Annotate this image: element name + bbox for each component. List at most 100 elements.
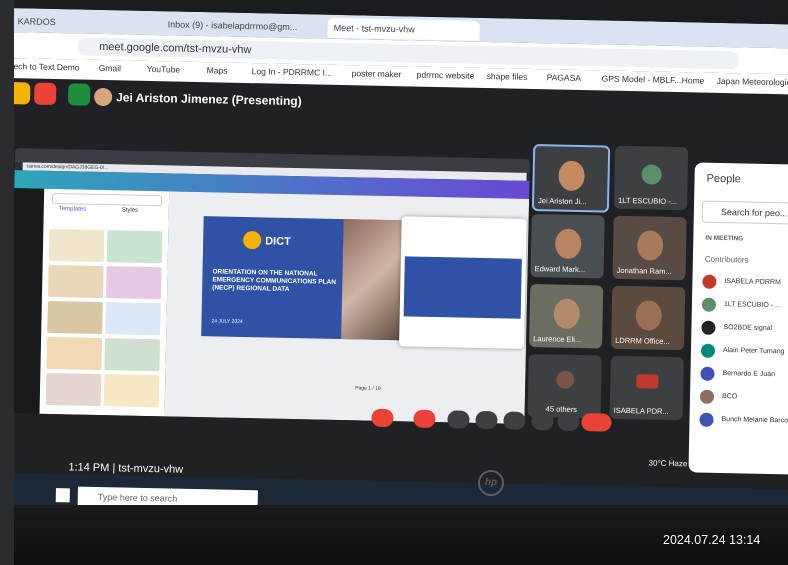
participant-row[interactable]: Alain Peter Tumang: [700, 343, 788, 366]
presenter-label: Jei Ariston Jimenez (Presenting): [116, 90, 302, 109]
hp-logo: hp: [478, 470, 504, 496]
meeting-time-code: 1:14 PM | tst-mvzu-vhw: [68, 461, 184, 476]
template-thumb[interactable]: [104, 338, 161, 372]
bookmark[interactable]: poster maker: [352, 68, 402, 79]
avatar: [700, 366, 715, 381]
photo: KARDOS Inbox (9) - isabelapdrrmo@gm... M…: [0, 0, 788, 565]
participant-name: Jei Ariston Ji...: [537, 196, 587, 207]
templates-tab[interactable]: Templates: [59, 206, 86, 213]
canva-templates-panel: Templates Styles: [39, 188, 170, 417]
styles-tab[interactable]: Styles: [122, 207, 138, 213]
people-panel: People Search for peo... IN MEETING Cont…: [688, 162, 788, 475]
participant-name: LDRRM Office...: [615, 335, 670, 346]
more-options-icon[interactable]: [557, 412, 580, 432]
bookmark[interactable]: PAGASA: [547, 72, 582, 83]
layout-icon[interactable]: [67, 83, 91, 106]
record-icon[interactable]: [33, 82, 57, 106]
canva-sidebar: [9, 188, 45, 414]
bookmark[interactable]: eech to Text Demo: [9, 61, 80, 72]
people-panel-title: People: [706, 172, 741, 186]
browser-tab[interactable]: Inbox (9) - isabelapdrrmo@gm...: [167, 14, 317, 37]
meet-area: Jei Ariston Jimenez (Presenting) canva.c…: [0, 77, 788, 525]
bookmark[interactable]: Log In - PDRRMC I...: [252, 66, 333, 78]
bookmark[interactable]: pdrrmc website: [417, 70, 475, 81]
participant-avatar: [555, 370, 575, 389]
bookmark[interactable]: Japan Meteorologic...: [717, 76, 788, 88]
shared-screen: canva.com/design/DAGJ38GEG-0/... Templat…: [9, 148, 530, 424]
template-thumb[interactable]: [105, 266, 162, 300]
slide-date: 24 JULY 2024: [211, 318, 243, 325]
slide-photo: [341, 219, 404, 341]
participant-tile[interactable]: Jonathan Ram...: [612, 215, 687, 281]
template-thumb[interactable]: [103, 374, 160, 408]
template-thumb[interactable]: [105, 302, 161, 336]
weather-widget[interactable]: 30°C Haze: [649, 459, 688, 469]
browser-tab[interactable]: KARDOS: [18, 11, 88, 32]
participant-video: [557, 160, 585, 192]
slide-brand: DICT: [265, 235, 291, 248]
participant-name: Laurence Eli...: [533, 334, 582, 345]
raise-hand-icon[interactable]: [531, 412, 554, 431]
mic-off-icon[interactable]: [371, 408, 394, 428]
present-popup[interactable]: [399, 216, 527, 349]
dict-logo-icon: [243, 230, 262, 250]
canva-search[interactable]: [51, 192, 163, 207]
participant-tile[interactable]: ISABELA PDR...: [609, 355, 684, 421]
participant-tile[interactable]: LDRRM Office...: [610, 285, 686, 351]
avatar: [93, 87, 113, 107]
participant-row[interactable]: Bunch Melanie Barco: [699, 412, 788, 435]
template-thumb[interactable]: [48, 228, 105, 263]
template-thumb[interactable]: [45, 372, 102, 407]
participant-row[interactable]: ISABELA PDRRM: [702, 274, 788, 297]
end-call-button[interactable]: [581, 413, 612, 432]
emoji-icon[interactable]: [475, 410, 498, 430]
captions-icon[interactable]: [447, 410, 470, 429]
template-thumb[interactable]: [46, 336, 103, 371]
participant-tile[interactable]: 45 others: [527, 353, 602, 419]
participant-row[interactable]: Bernardo E Juan: [700, 366, 788, 389]
participant-video: [552, 298, 580, 330]
participant-name: Edward Mark...: [534, 264, 586, 275]
participant-name: Jonathan Ram...: [616, 265, 672, 276]
canva-editor: DICT ORIENTATION ON THE NATIONAL EMERGEN…: [164, 191, 530, 424]
windows-start-icon[interactable]: [55, 488, 70, 503]
slide-title: ORIENTATION ON THE NATIONAL EMERGENCY CO…: [212, 268, 337, 293]
people-search-input[interactable]: Search for peo...: [701, 200, 788, 226]
avatar: [701, 320, 716, 335]
camera-off-icon[interactable]: [413, 409, 436, 429]
participant-tile[interactable]: Jei Ariston Ji...: [531, 144, 611, 213]
page-indicator: Page 1 / 19: [355, 385, 381, 392]
in-meeting-label: IN MEETING: [705, 234, 744, 243]
avatar: [702, 274, 717, 289]
participant-avatar: [640, 164, 662, 185]
bookmark[interactable]: Maps: [207, 65, 228, 75]
avatar: [700, 343, 716, 358]
laptop-screen: KARDOS Inbox (9) - isabelapdrrmo@gm... M…: [0, 8, 788, 525]
present-icon[interactable]: [503, 411, 526, 430]
bookmark[interactable]: YouTube: [147, 64, 181, 75]
avatar: [701, 297, 717, 312]
bookmark[interactable]: shape files: [487, 71, 528, 82]
participant-tile[interactable]: 1LT ESCUBIO -...: [613, 145, 689, 211]
participant-tile[interactable]: Edward Mark...: [530, 214, 605, 279]
browser-tab-active[interactable]: Meet - tst-mvzu-vhw: [327, 17, 480, 41]
participant-name: 1LT ESCUBIO -...: [618, 195, 678, 207]
template-thumb[interactable]: [106, 230, 163, 264]
bookmark[interactable]: Gmail: [99, 63, 121, 73]
participant-video: [554, 228, 581, 260]
slide[interactable]: DICT ORIENTATION ON THE NATIONAL EMERGEN…: [201, 216, 404, 341]
avatar: [699, 389, 715, 404]
participant-avatar: [635, 374, 658, 389]
template-thumb[interactable]: [47, 300, 103, 335]
participant-row[interactable]: BCO: [699, 389, 788, 412]
participant-tile[interactable]: Laurence Eli...: [529, 283, 604, 349]
contributors-label[interactable]: Contributors: [705, 255, 749, 265]
popup-preview: [403, 256, 522, 319]
bookmark[interactable]: GPS Model - MBLF...: [602, 73, 682, 85]
participant-row[interactable]: SO2BDE signal: [701, 320, 788, 343]
participant-row[interactable]: 1LT ESCUBIO - ...: [701, 297, 788, 320]
bookmark[interactable]: Home: [682, 75, 705, 85]
template-thumb[interactable]: [47, 264, 104, 299]
photo-timestamp: 2024.07.24 13:14: [663, 533, 761, 547]
participant-name: ISABELA PDR...: [613, 405, 669, 416]
